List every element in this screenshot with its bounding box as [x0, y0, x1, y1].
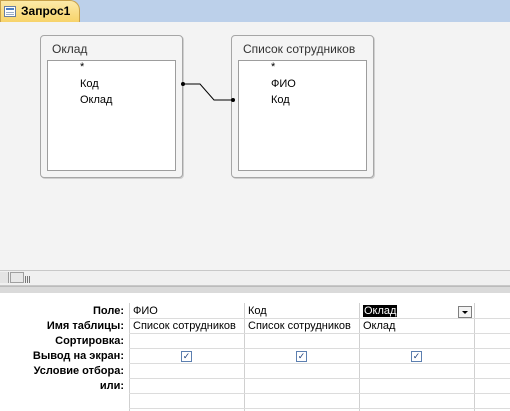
chevron-down-icon[interactable] — [458, 306, 472, 318]
grip-icon — [25, 276, 26, 283]
show-checkbox[interactable]: ✓ — [181, 351, 192, 362]
field-list-employees[interactable]: Список сотрудников * ФИО Код — [231, 35, 374, 178]
grid-line — [129, 378, 510, 379]
row-label-show: Вывод на экран: — [32, 350, 124, 362]
row-label-field: Поле: — [93, 305, 124, 317]
field-item[interactable]: Код — [80, 78, 99, 90]
query-grid: Поле: Имя таблицы: Сортировка: Вывод на … — [0, 293, 510, 411]
query-icon — [4, 6, 16, 17]
field-item[interactable]: Оклад — [80, 94, 112, 106]
row-label-table: Имя таблицы: — [46, 320, 124, 332]
tab-label: Запрос1 — [21, 4, 71, 18]
scroll-left-button[interactable] — [0, 272, 9, 283]
field-item[interactable]: * — [80, 61, 84, 73]
grid-line — [474, 303, 475, 411]
field-list-title[interactable]: Список сотрудников — [243, 42, 355, 56]
row-label-or: или: — [99, 380, 124, 392]
grid-cell-field[interactable]: Код — [248, 305, 358, 317]
grid-cell-table[interactable]: Оклад — [363, 320, 473, 332]
field-list-oklad[interactable]: Оклад * Код Оклад — [40, 35, 183, 178]
row-label-criteria: Условие отбора: — [33, 365, 124, 377]
field-list-body: * Код Оклад — [47, 60, 176, 171]
grid-line — [129, 408, 510, 409]
field-item[interactable]: * — [271, 61, 275, 73]
row-label-sort: Сортировка: — [55, 335, 124, 347]
document-tab-strip: Запрос1 — [0, 0, 510, 23]
field-item[interactable]: Код — [271, 94, 290, 106]
join-line[interactable] — [180, 77, 236, 105]
grid-line — [129, 318, 510, 319]
grid-cell-table[interactable]: Список сотрудников — [133, 320, 244, 332]
grid-line — [244, 303, 245, 411]
grid-line — [129, 333, 510, 334]
grid-line — [129, 303, 130, 411]
grid-line — [359, 303, 360, 411]
selected-field-text: Оклад — [363, 305, 398, 317]
grid-line — [129, 363, 510, 364]
show-checkbox[interactable]: ✓ — [411, 351, 422, 362]
field-list-body: * ФИО Код — [238, 60, 367, 171]
scroll-thumb[interactable] — [10, 272, 26, 283]
field-list-title[interactable]: Оклад — [52, 42, 87, 56]
grid-cell-field-selected[interactable]: Оклад — [363, 305, 459, 317]
tab-query1[interactable]: Запрос1 — [0, 0, 80, 22]
field-item[interactable]: ФИО — [271, 78, 296, 90]
grid-cell-table[interactable]: Список сотрудников — [248, 320, 359, 332]
grid-line — [129, 348, 510, 349]
grid-line — [129, 393, 510, 394]
query-design-pane[interactable]: Оклад * Код Оклад Список сотрудников * Ф… — [0, 22, 510, 270]
grid-cell-field[interactable]: ФИО — [133, 305, 243, 317]
design-scrollbar[interactable] — [0, 270, 510, 286]
show-checkbox[interactable]: ✓ — [296, 351, 307, 362]
